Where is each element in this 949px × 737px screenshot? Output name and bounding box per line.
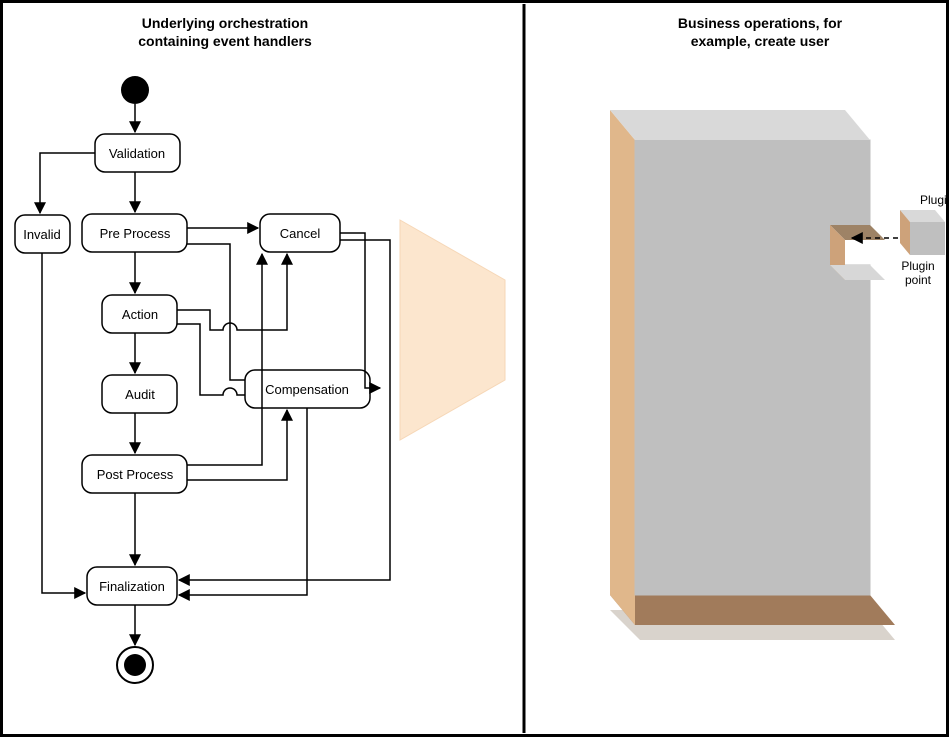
right-title-line1: Business operations, for <box>678 15 843 31</box>
node-validation-label: Validation <box>109 146 165 161</box>
left-title-line1: Underlying orchestration <box>142 15 308 31</box>
edge-preprocess-compensation <box>187 244 308 380</box>
expansion-trapezoid <box>400 220 505 440</box>
plugin-label: Plugin <box>920 193 949 207</box>
node-cancel-label: Cancel <box>280 226 321 241</box>
edge-action-cancel <box>177 254 287 330</box>
edge-compensation-finalization <box>179 408 307 595</box>
plugin-point-label-l2: point <box>905 273 932 287</box>
node-action-label: Action <box>122 307 158 322</box>
plugin-point-label-l1: Plugin <box>901 259 934 273</box>
edge-validation-invalid <box>40 153 95 213</box>
edge-cancel-compensation <box>340 233 372 388</box>
edge-cancel-finalization <box>179 240 390 580</box>
end-node-inner-icon <box>124 654 146 676</box>
right-title-line2: example, create user <box>691 33 830 49</box>
plugin-cube <box>900 210 945 255</box>
edge-invalid-finalization <box>42 253 85 593</box>
edge-postprocess-cancel <box>187 254 262 465</box>
node-finalization-label: Finalization <box>99 579 165 594</box>
diagram-frame: Underlying orchestration containing even… <box>0 0 949 737</box>
node-compensation-label: Compensation <box>265 382 349 397</box>
left-title-line2: containing event handlers <box>138 33 312 49</box>
node-preprocess-label: Pre Process <box>100 226 171 241</box>
start-node-icon <box>121 76 149 104</box>
edge-postprocess-compensation <box>187 410 287 480</box>
node-invalid-label: Invalid <box>23 227 61 242</box>
node-postprocess-label: Post Process <box>97 467 174 482</box>
diagram-svg: Underlying orchestration containing even… <box>0 0 949 737</box>
business-block-3d <box>610 110 895 640</box>
node-audit-label: Audit <box>125 387 155 402</box>
